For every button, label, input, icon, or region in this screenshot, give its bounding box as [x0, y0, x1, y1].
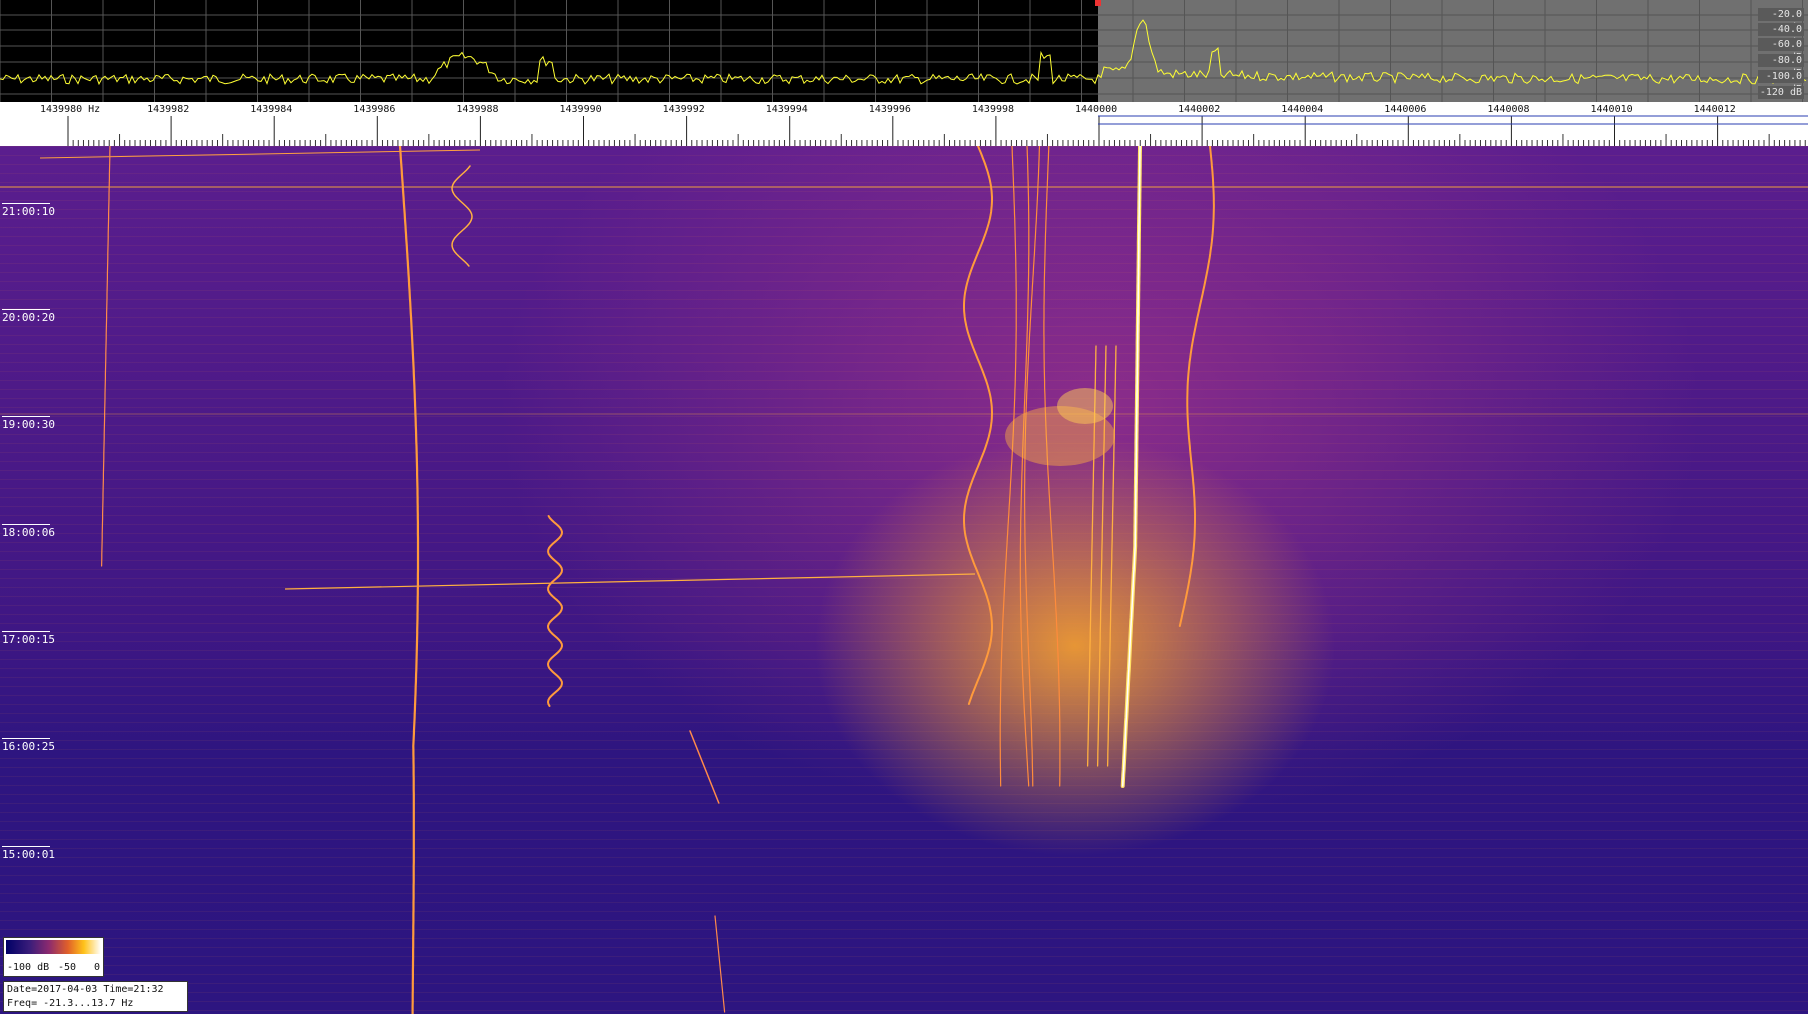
horizontal-artifact — [284, 573, 976, 590]
signal-trace — [963, 146, 994, 705]
frequency-label: 1439994 — [765, 104, 808, 115]
frequency-label: 1439988 — [456, 104, 499, 115]
waterfall-display[interactable]: 21:00:10 20:00:20 19:00:30 18:00:06 17:0… — [0, 146, 1808, 1014]
frequency-label: 1440000 — [1075, 104, 1118, 115]
frequency-label: 1439986 — [353, 104, 396, 115]
frequency-label: 1440012 — [1693, 104, 1736, 115]
frequency-range-text: Freq= -21.3...13.7 Hz — [7, 998, 134, 1009]
signal-trace — [714, 915, 726, 1013]
signal-trace — [546, 515, 564, 707]
db-label: -120 dB — [1758, 86, 1804, 99]
time-label: 20:00:20 — [2, 309, 55, 324]
time-label: 21:00:10 — [2, 203, 55, 218]
frequency-label: 1440002 — [1178, 104, 1221, 115]
waterfall-traces — [0, 146, 1808, 1014]
db-label: -60.0 dB — [1758, 38, 1804, 63]
date-time-text: Date=2017-04-03 Time=21:32 — [7, 984, 164, 995]
signal-trace — [398, 146, 420, 1014]
frequency-label: 1439996 — [868, 104, 911, 115]
db-label: -40.0 dB — [1758, 23, 1804, 48]
carrier-trace — [1120, 146, 1142, 788]
signal-trace — [689, 730, 720, 804]
frequency-label: 1440008 — [1487, 104, 1530, 115]
time-label: 18:00:06 — [2, 524, 55, 539]
signal-trace — [100, 146, 111, 567]
time-label: 19:00:30 — [2, 416, 55, 431]
signal-trace — [451, 165, 473, 267]
scale-min-label: -100 dB — [7, 962, 50, 973]
frequency-label: 1439998 — [971, 104, 1015, 115]
frequency-label: 1439982 — [147, 104, 190, 115]
signal-trace — [1023, 146, 1041, 787]
time-label: 16:00:25 — [2, 738, 55, 753]
spectrum-plot — [0, 0, 1808, 102]
info-box: Date=2017-04-03 Time=21:32 Freq= -21.3..… — [3, 981, 188, 1012]
frequency-ruler[interactable]: 1439980 Hz 1439982 1439984 1439986 1439988 14… — [0, 102, 1808, 146]
time-label: 17:00:15 — [2, 631, 55, 646]
time-label: 15:00:01 — [2, 846, 55, 861]
db-label: -100.0 dB — [1758, 70, 1804, 95]
frequency-label: 1439992 — [662, 104, 705, 115]
horizontal-artifact — [39, 149, 481, 159]
scale-mid-label: -50 — [58, 962, 77, 973]
color-scale-legend: -100 dB -50 0 — [3, 937, 104, 977]
red-square-marker-icon — [1095, 0, 1101, 6]
frequency-label: 1440004 — [1281, 104, 1324, 115]
db-label: -80.0 dB — [1758, 54, 1804, 79]
signal-glow — [1057, 388, 1113, 424]
signal-trace — [1043, 146, 1061, 787]
signal-trace — [999, 146, 1017, 787]
frequency-label: 1440006 — [1384, 104, 1427, 115]
frequency-label: 1440010 — [1590, 104, 1633, 115]
scale-max-label: 0 — [94, 962, 101, 973]
db-label: -20.0 dB — [1758, 8, 1804, 33]
frequency-label: 1439990 — [559, 104, 602, 115]
color-gradient-bar — [6, 940, 101, 954]
spectrum-panel[interactable]: -20.0 dB -40.0 dB -60.0 dB -80.0 dB -100… — [0, 0, 1808, 102]
frequency-label: 1439980 Hz — [40, 104, 101, 115]
signal-trace — [1178, 146, 1215, 627]
frequency-label: 1439984 — [250, 104, 293, 115]
